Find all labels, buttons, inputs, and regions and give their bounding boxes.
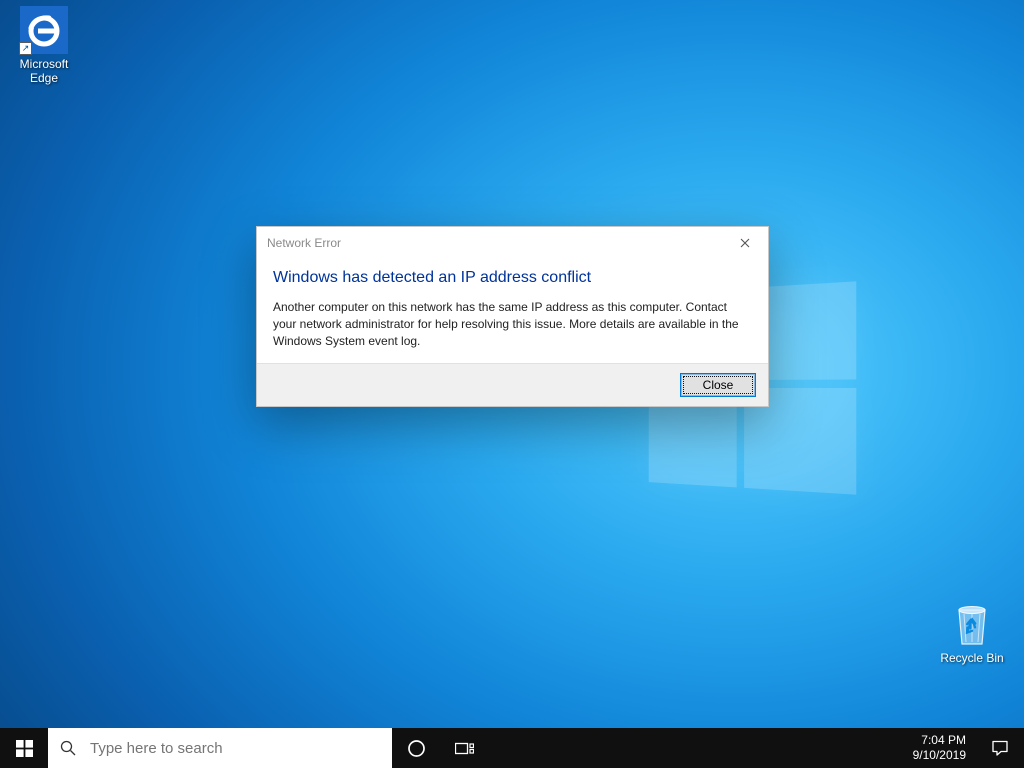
close-button-label: Close [703,378,734,392]
dialog-close-button[interactable] [722,227,768,259]
taskbar: 7:04 PM 9/10/2019 [0,728,1024,768]
task-view-button[interactable] [440,728,488,768]
recycle-bin-icon [949,600,995,648]
notification-icon [991,739,1009,757]
system-clock[interactable]: 7:04 PM 9/10/2019 [903,728,976,768]
clock-time: 7:04 PM [921,733,966,748]
action-center-button[interactable] [976,728,1024,768]
dialog-title: Network Error [267,236,341,250]
close-icon [740,238,750,248]
dialog-body-text: Another computer on this network has the… [273,299,752,349]
desktop-icon-label: Recycle Bin [940,652,1003,666]
dialog-titlebar[interactable]: Network Error [257,227,768,259]
desktop-icon-recycle-bin[interactable]: Recycle Bin [934,600,1010,666]
windows-logo-icon [16,740,33,757]
network-error-dialog: Network Error Windows has detected an IP… [256,226,769,407]
search-input[interactable] [90,740,380,757]
taskbar-search[interactable] [48,728,392,768]
dialog-footer: Close [257,363,768,406]
cortana-button[interactable] [392,728,440,768]
close-button[interactable]: Close [680,373,756,397]
start-button[interactable] [0,728,48,768]
shortcut-arrow-icon: ↗ [19,42,32,55]
cortana-icon [407,739,426,758]
clock-date: 9/10/2019 [913,748,966,763]
edge-icon: ↗ [20,6,68,54]
desktop-icon-microsoft-edge[interactable]: ↗ Microsoft Edge [6,6,82,86]
search-icon [60,740,76,756]
desktop-icon-label: Microsoft Edge [6,58,82,86]
task-view-icon [455,741,474,756]
dialog-heading: Windows has detected an IP address confl… [273,269,752,287]
